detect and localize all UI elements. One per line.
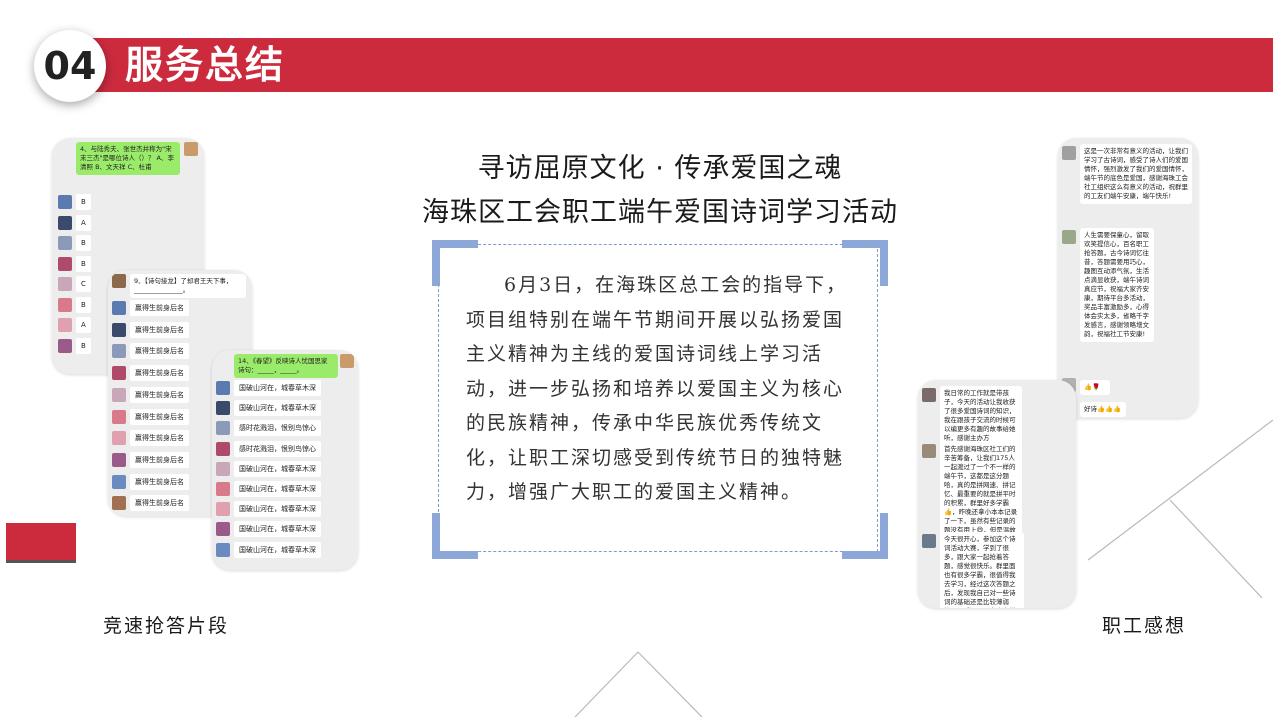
feedback-screenshot-1: 这是一次非常有意义的活动，让我们学习了古诗词，感受了诗人们的爱国情怀，强烈激发了…	[1058, 138, 1198, 418]
bracket-bottom-right	[842, 513, 888, 559]
answer-text: 国破山河在，城春草木深	[234, 481, 321, 497]
quiz-screenshot-3: 14、《春望》反映诗人忧国思家诗句：_____，_____。 国破山河在，城春草…	[212, 350, 358, 570]
avatar	[112, 452, 126, 467]
avatar	[58, 195, 72, 209]
avatar	[112, 274, 126, 288]
avatar	[922, 444, 936, 458]
summary-body-text: 6月3日，在海珠区总工会的指导下，项目组特别在端午节期间开展以弘扬爱国主义精神为…	[466, 274, 848, 503]
avatar	[340, 354, 354, 368]
feedback-message: 👍🌹	[1080, 380, 1110, 395]
answer-text: B	[76, 255, 91, 272]
avatar	[112, 409, 126, 424]
answer-text: 感时花溅泪，恨别鸟惊心	[234, 440, 321, 457]
answer-text: 赢得生前身后名	[130, 408, 189, 425]
answer-text: C	[76, 276, 91, 292]
answer-text: 国破山河在，城春草木深	[234, 400, 321, 417]
avatar	[112, 387, 126, 402]
answer-text: 赢得生前身后名	[130, 365, 189, 382]
answer-text: B	[76, 337, 91, 354]
avatar	[1062, 230, 1076, 244]
quiz-question-bubble: 9、【诗句接龙】了却君王天下事，_______________。	[130, 274, 246, 298]
avatar	[216, 461, 230, 476]
answer-text: 国破山河在，城春草木深	[234, 541, 321, 558]
avatar	[58, 215, 72, 230]
answer-text: B	[76, 194, 91, 210]
answer-text: 赢得生前身后名	[130, 495, 189, 512]
avatar	[216, 421, 230, 436]
section-title: 服务总结	[125, 43, 286, 87]
answer-text: A	[76, 214, 91, 231]
feedback-message: 好诗👍👍👍	[1080, 402, 1126, 417]
avatar	[216, 522, 230, 537]
avatar	[112, 366, 126, 381]
answer-text: 赢得生前身后名	[130, 321, 189, 338]
avatar	[58, 338, 72, 353]
avatar	[216, 381, 230, 395]
avatar	[112, 301, 126, 315]
avatar	[58, 297, 72, 312]
answer-text: 赢得生前身后名	[130, 343, 189, 360]
main-title-line1: 寻访屈原文化 · 传承爱国之魂	[477, 153, 843, 184]
avatar	[112, 474, 126, 489]
answer-text: 赢得生前身后名	[130, 451, 189, 468]
answer-text: 国破山河在，城春草木深	[234, 521, 321, 538]
answer-text: A	[76, 317, 91, 333]
avatar	[112, 496, 126, 511]
feedback-message: 今天很开心，参加这个诗词活动大赛，学到了很多，跟大家一起抢着答题，感觉很快乐。群…	[940, 532, 1024, 608]
answer-text: B	[76, 235, 91, 251]
avatar	[216, 502, 230, 517]
avatar	[58, 277, 72, 291]
answer-text: B	[76, 296, 91, 313]
section-number-badge: 04	[34, 30, 106, 102]
answer-text: 赢得生前身后名	[130, 473, 189, 490]
caption-quiz: 竞速抢答片段	[103, 615, 230, 637]
caption-feedback: 职工感想	[1102, 615, 1187, 637]
avatar	[184, 142, 198, 156]
avatar	[922, 534, 936, 548]
avatar	[922, 388, 936, 402]
quiz-question-bubble: 4、与陆秀夫、张世杰并称为"宋末三杰"是哪位诗人（）？ A、李清照 B、文天祥 …	[76, 142, 180, 175]
avatar	[216, 441, 230, 456]
feedback-message: 人生需要保童心，留取欢笑提信心，百名职工抢答题，古今诗词忆往昔，答题需要用巧心，…	[1080, 228, 1154, 342]
avatar	[216, 401, 230, 416]
avatar	[58, 318, 72, 332]
main-title-line2: 海珠区工会职工端午爱国诗词学习活动	[422, 197, 898, 228]
answer-text: 赢得生前身后名	[130, 386, 189, 403]
avatar	[58, 236, 72, 250]
feedback-message: 这是一次非常有意义的活动，让我们学习了古诗词，感受了诗人们的爱国情怀，强烈激发了…	[1080, 144, 1192, 204]
avatar	[112, 322, 126, 337]
answer-text: 国破山河在，城春草木深	[234, 380, 321, 396]
bracket-bottom-left	[432, 513, 478, 559]
answer-text: 赢得生前身后名	[130, 430, 189, 447]
avatar	[216, 542, 230, 557]
answer-text: 国破山河在，城春草木深	[234, 501, 321, 518]
feedback-message: 我日常的工作就是带孩子，今天的活动让我收获了很多爱国诗词的知识，我在跟孩子交流的…	[940, 386, 1022, 446]
bracket-top-right	[842, 240, 888, 286]
answer-text: 赢得生前身后名	[130, 300, 189, 316]
red-accent-block-shadow	[6, 560, 76, 563]
answer-text: 国破山河在，城春草木深	[234, 460, 321, 477]
answer-text: 感时花溅泪，恨别鸟惊心	[234, 420, 321, 437]
quiz-question-bubble: 14、《春望》反映诗人忧国思家诗句：_____，_____。	[234, 354, 338, 378]
avatar	[112, 431, 126, 446]
feedback-screenshot-2: 我日常的工作就是带孩子，今天的活动让我收获了很多爱国诗词的知识，我在跟孩子交流的…	[918, 380, 1076, 608]
avatar	[216, 482, 230, 496]
avatar	[58, 256, 72, 271]
avatar	[112, 344, 126, 359]
avatar	[1062, 146, 1076, 160]
red-accent-block	[6, 523, 76, 562]
